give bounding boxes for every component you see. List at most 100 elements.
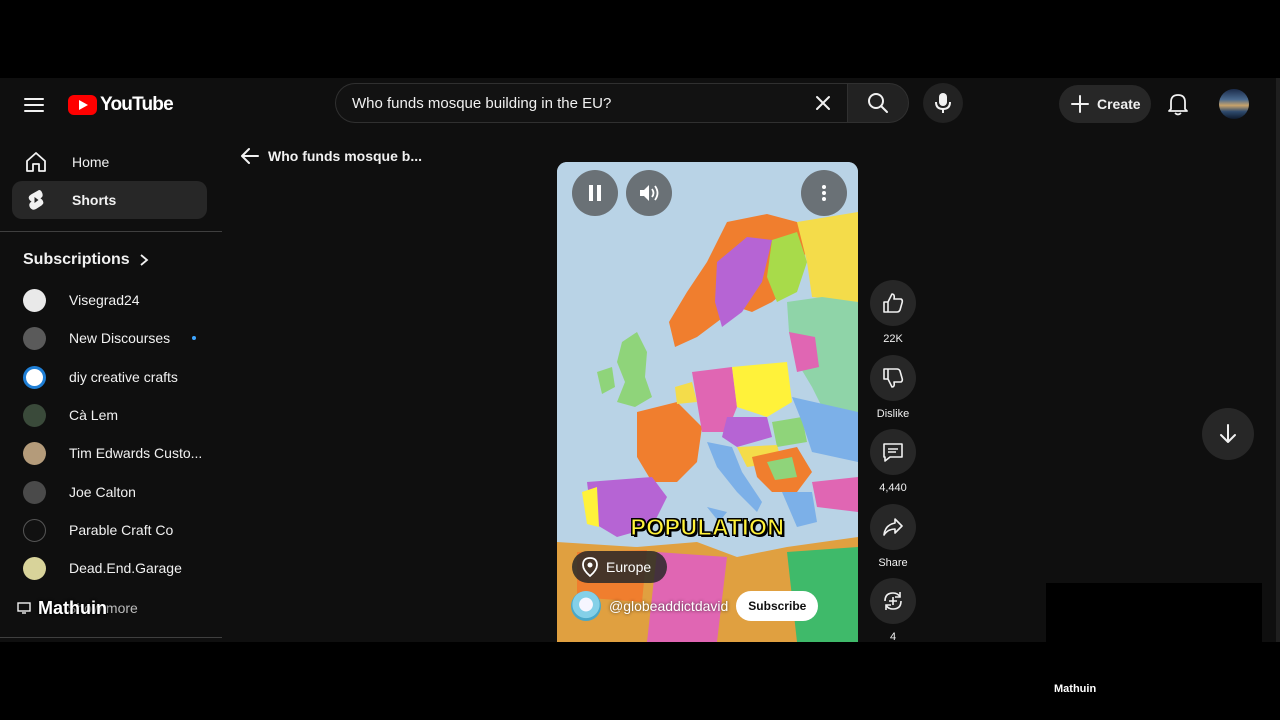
location-pin-icon bbox=[582, 557, 598, 577]
subscription-item[interactable]: Visegrad24 bbox=[23, 285, 213, 315]
subscription-item[interactable]: Dead.End.Garage bbox=[23, 553, 213, 583]
channel-avatar bbox=[23, 441, 46, 465]
create-label: Create bbox=[1097, 96, 1141, 112]
more-vertical-icon bbox=[822, 185, 826, 201]
plus-icon bbox=[1071, 95, 1089, 113]
comment-count: 4,440 bbox=[879, 482, 907, 494]
subscription-item[interactable]: Parable Craft Co bbox=[23, 515, 213, 545]
remix-button[interactable] bbox=[870, 578, 916, 624]
search-button[interactable] bbox=[847, 83, 909, 123]
like-action: 22K bbox=[870, 280, 916, 345]
channel-row: @globeaddictdavid Subscribe bbox=[571, 591, 819, 621]
back-button[interactable]: Who funds mosque b... bbox=[240, 146, 422, 166]
youtube-logo[interactable]: YouTube bbox=[68, 93, 174, 117]
letterbox-bottom bbox=[0, 642, 1280, 720]
pause-icon bbox=[589, 185, 601, 201]
youtube-play-icon bbox=[68, 95, 97, 115]
watermark-name: Mathuin bbox=[38, 598, 107, 618]
close-icon bbox=[816, 96, 830, 110]
like-count: 22K bbox=[883, 333, 903, 345]
back-label: Who funds mosque b... bbox=[268, 148, 422, 164]
search-input[interactable]: Who funds mosque building in the EU? bbox=[335, 83, 847, 123]
search-icon bbox=[868, 93, 888, 113]
like-button[interactable] bbox=[870, 280, 916, 326]
sidebar-item-shorts[interactable]: Shorts bbox=[12, 181, 207, 219]
clear-search-button[interactable] bbox=[807, 87, 839, 119]
monitor-icon bbox=[17, 602, 31, 614]
subscriptions-title: Subscriptions bbox=[23, 251, 130, 268]
channel-name: New Discourses bbox=[69, 330, 171, 346]
channel-name: Parable Craft Co bbox=[69, 522, 174, 538]
comments-button[interactable] bbox=[870, 429, 916, 475]
dislike-action: Dislike bbox=[870, 355, 916, 420]
dislike-button[interactable] bbox=[870, 355, 916, 401]
channel-avatar bbox=[23, 326, 46, 350]
volume-icon bbox=[640, 185, 659, 201]
sidebar-item-home[interactable]: Home bbox=[12, 143, 207, 181]
pause-button[interactable] bbox=[572, 170, 618, 216]
remix-action: 4 bbox=[870, 578, 916, 642]
subscriptions-header[interactable]: Subscriptions bbox=[23, 251, 150, 269]
more-options-button[interactable] bbox=[801, 170, 847, 216]
channel-name: Tim Edwards Custo... bbox=[69, 445, 203, 461]
channel-avatar bbox=[23, 403, 46, 427]
sidebar-divider bbox=[0, 637, 222, 638]
search-query[interactable]: Who funds mosque building in the EU? bbox=[352, 95, 807, 112]
channel-avatar bbox=[23, 480, 46, 504]
thumbs-up-icon bbox=[883, 293, 904, 313]
bell-icon bbox=[1168, 94, 1188, 116]
home-icon bbox=[26, 152, 46, 172]
channel-name: Cà Lem bbox=[69, 407, 119, 423]
search-bar: Who funds mosque building in the EU? bbox=[335, 83, 909, 123]
share-label: Share bbox=[878, 557, 908, 569]
volume-button[interactable] bbox=[626, 170, 672, 216]
channel-avatar bbox=[23, 365, 46, 389]
webcam-overlay bbox=[1046, 583, 1262, 643]
share-action: Share bbox=[870, 504, 916, 569]
arrow-down-icon bbox=[1220, 424, 1236, 443]
chevron-right-icon bbox=[140, 254, 149, 266]
location-chip[interactable]: Europe bbox=[572, 551, 667, 583]
channel-name: diy creative crafts bbox=[69, 369, 178, 385]
comments-action: 4,440 bbox=[870, 429, 916, 494]
new-content-dot bbox=[192, 336, 197, 340]
share-button[interactable] bbox=[870, 504, 916, 550]
microphone-icon bbox=[935, 93, 951, 113]
channel-avatar bbox=[23, 556, 46, 580]
sidebar: Home Shorts Subscriptions Visegrad24 New… bbox=[0, 134, 222, 642]
menu-icon[interactable] bbox=[22, 94, 46, 118]
subscription-item[interactable]: New Discourses bbox=[23, 323, 213, 353]
channel-name: Dead.End.Garage bbox=[69, 560, 182, 576]
location-label: Europe bbox=[606, 559, 652, 575]
subscription-item[interactable]: diy creative crafts bbox=[23, 362, 213, 392]
comment-icon bbox=[883, 443, 903, 462]
channel-avatar[interactable] bbox=[571, 591, 601, 621]
remix-icon bbox=[884, 592, 902, 610]
shorts-player[interactable]: POPULATION Europe @globeaddictdavid Subs… bbox=[557, 162, 858, 642]
youtube-app: YouTube Who funds mosque building in the… bbox=[0, 78, 1280, 642]
webcam-name: Mathuin bbox=[1054, 683, 1097, 695]
account-avatar[interactable] bbox=[1219, 89, 1249, 119]
notifications-button[interactable] bbox=[1163, 89, 1193, 119]
voice-search-button[interactable] bbox=[923, 83, 963, 123]
letterbox-top bbox=[0, 0, 1280, 78]
channel-avatar bbox=[23, 288, 46, 312]
shorts-icon bbox=[28, 190, 44, 210]
arrow-left-icon bbox=[241, 148, 259, 164]
share-icon bbox=[883, 518, 903, 536]
logo-text: YouTube bbox=[100, 94, 174, 115]
channel-avatar bbox=[23, 518, 46, 542]
next-video-button[interactable] bbox=[1202, 408, 1254, 460]
create-button[interactable]: Create bbox=[1059, 85, 1151, 123]
channel-name: Visegrad24 bbox=[69, 292, 140, 308]
subscription-item[interactable]: Joe Calton bbox=[23, 477, 213, 507]
sidebar-item-label: Shorts bbox=[72, 192, 117, 208]
channel-name: Joe Calton bbox=[69, 484, 136, 500]
scrollbar[interactable] bbox=[1276, 78, 1280, 642]
subscription-item[interactable]: Tim Edwards Custo... bbox=[23, 438, 213, 468]
dislike-label: Dislike bbox=[876, 408, 910, 420]
video-caption: POPULATION bbox=[630, 514, 785, 541]
subscription-item[interactable]: Cà Lem bbox=[23, 400, 213, 430]
subscribe-button[interactable]: Subscribe bbox=[736, 591, 819, 621]
channel-handle[interactable]: @globeaddictdavid bbox=[609, 598, 728, 614]
